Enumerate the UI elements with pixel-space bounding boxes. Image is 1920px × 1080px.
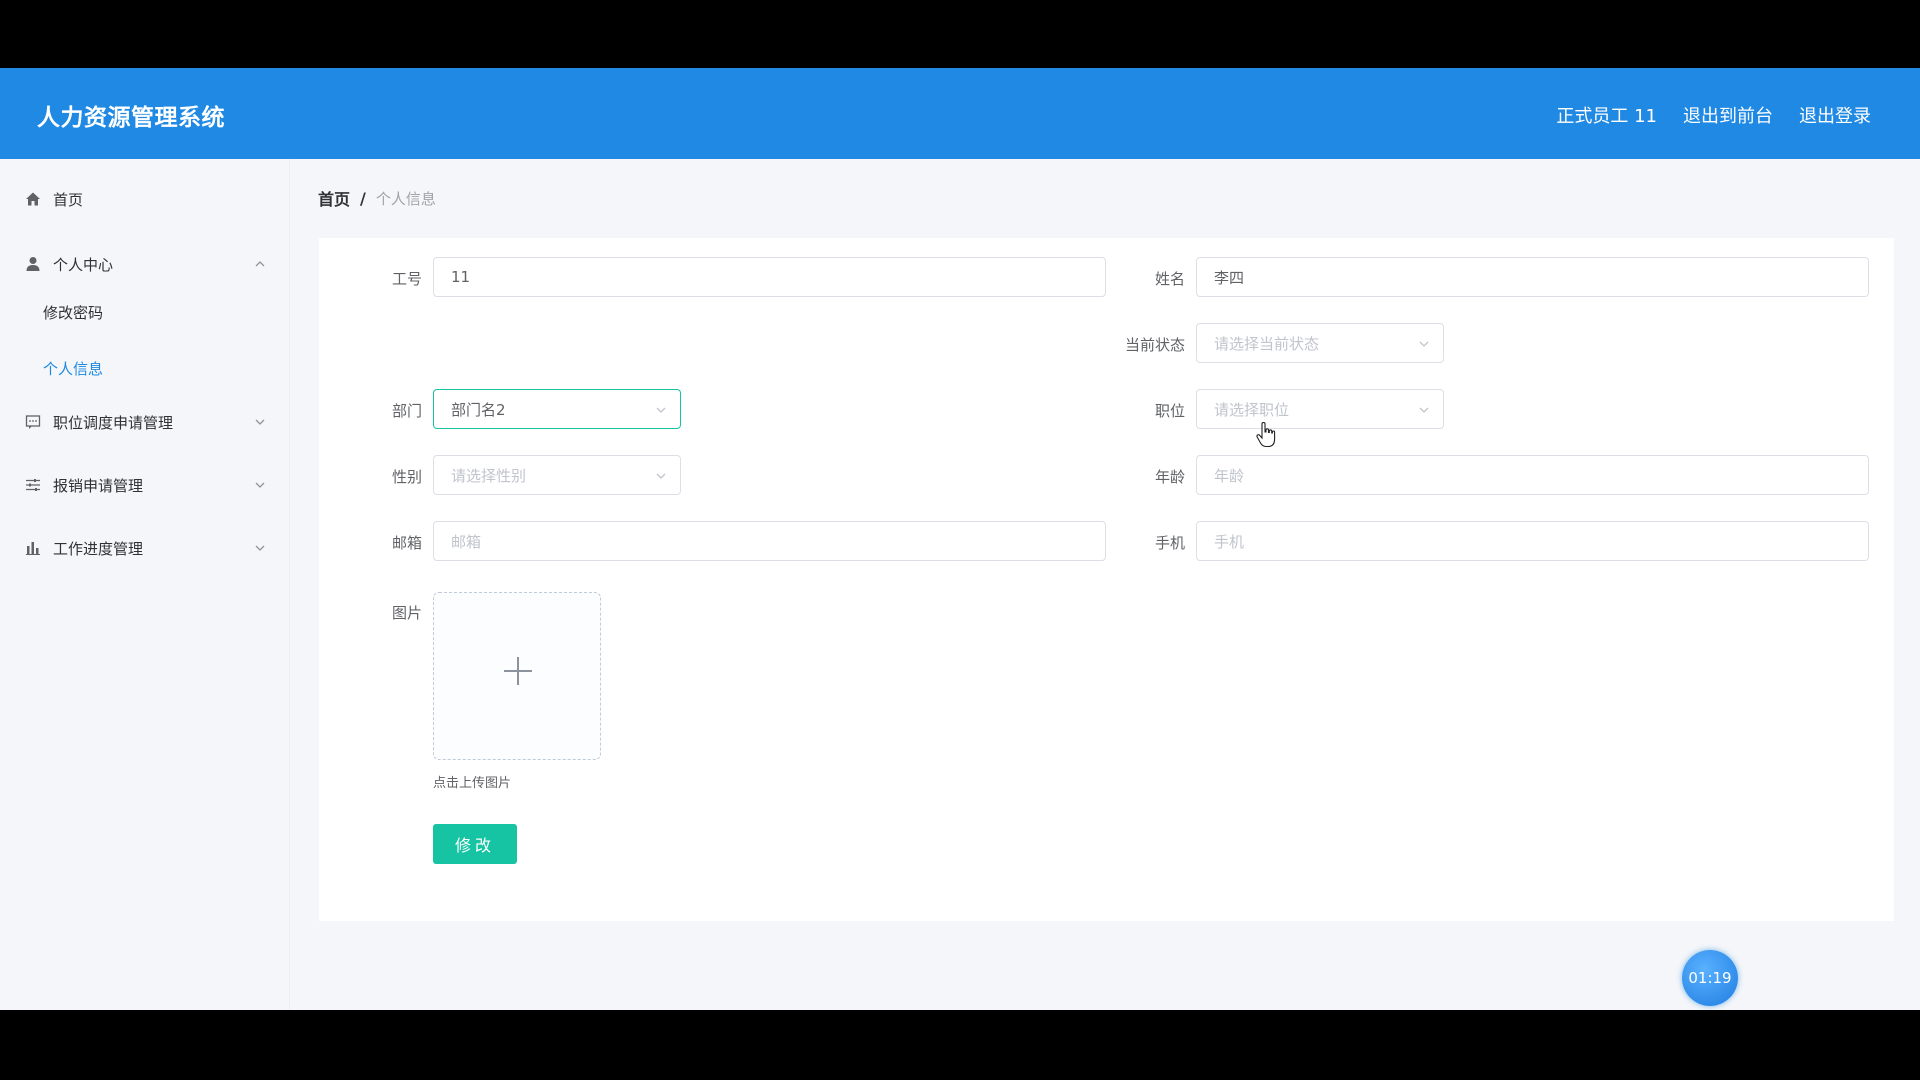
breadcrumb-current: 个人信息: [375, 189, 436, 208]
sidebar-subitem-personal-info[interactable]: 个人信息: [43, 358, 103, 379]
dept-select[interactable]: 部门名2: [433, 389, 681, 429]
sidebar-item-home[interactable]: 首页: [0, 179, 290, 219]
upload-tip: 点击上传图片: [433, 776, 512, 791]
dept-label: 部门: [391, 402, 422, 420]
emp-no-label: 工号: [391, 270, 422, 288]
sidebar: 首页 个人中心 修改密码 个人信息 职位调度申请管理 报销申请管理 工作进度管理: [0, 159, 290, 1010]
status-placeholder: 请选择当前状态: [1214, 334, 1320, 353]
breadcrumb: 首页 / 个人信息: [318, 186, 436, 210]
chevron-down-icon: [255, 482, 265, 488]
position-label: 职位: [1154, 402, 1185, 420]
email-input[interactable]: 邮箱: [433, 521, 1106, 561]
name-label: 姓名: [1154, 270, 1185, 288]
status-label: 当前状态: [1124, 336, 1185, 354]
logout-link[interactable]: 退出登录: [1799, 102, 1871, 128]
sidebar-subitem-change-password[interactable]: 修改密码: [43, 302, 103, 323]
gender-select[interactable]: 请选择性别: [433, 455, 681, 495]
app-title: 人力资源管理系统: [37, 105, 225, 131]
email-label: 邮箱: [391, 534, 422, 552]
personal-info-form: 工号 11 姓名 李四 当前状态 请选择当前状态 部门 部门名2 职位 请选择职…: [319, 238, 1894, 921]
current-user-link[interactable]: 正式员工 11: [1556, 102, 1657, 128]
phone-label: 手机: [1154, 534, 1185, 552]
breadcrumb-separator: /: [360, 188, 366, 208]
timer-badge[interactable]: 01:19: [1682, 950, 1738, 1006]
user-icon: [24, 255, 42, 273]
chevron-down-icon: [255, 545, 265, 551]
emp-no-input[interactable]: 11: [433, 257, 1106, 297]
header-nav: 正式员工 11 退出到前台 退出登录: [1556, 102, 1871, 128]
gender-placeholder: 请选择性别: [451, 466, 527, 485]
sidebar-item-transfer-mgmt[interactable]: 职位调度申请管理: [0, 402, 290, 442]
sidebar-item-label: 职位调度申请管理: [53, 413, 174, 432]
dept-value: 部门名2: [451, 400, 506, 419]
exit-to-front-link[interactable]: 退出到前台: [1683, 102, 1773, 128]
age-label: 年龄: [1154, 468, 1185, 486]
status-select[interactable]: 请选择当前状态: [1196, 323, 1444, 363]
sidebar-item-label: 报销申请管理: [53, 476, 144, 495]
phone-input[interactable]: 手机: [1196, 521, 1869, 561]
app: 人力资源管理系统 正式员工 11 退出到前台 退出登录 首页 个人中心 修改密码…: [0, 68, 1920, 1010]
chevron-up-icon: [255, 261, 265, 267]
plus-icon-vertical: [517, 657, 519, 685]
position-placeholder: 请选择职位: [1214, 400, 1290, 419]
position-select[interactable]: 请选择职位: [1196, 389, 1444, 429]
chevron-down-icon: [656, 407, 666, 413]
breadcrumb-home[interactable]: 首页: [318, 186, 350, 210]
modify-button[interactable]: 修改: [433, 824, 517, 864]
sidebar-item-label: 个人中心: [53, 255, 114, 274]
image-upload[interactable]: [433, 592, 601, 760]
image-label: 图片: [391, 604, 422, 622]
sidebar-item-label: 首页: [53, 190, 84, 209]
sidebar-item-reimburse-mgmt[interactable]: 报销申请管理: [0, 465, 290, 505]
sidebar-item-personal-center[interactable]: 个人中心: [0, 244, 290, 284]
letterbox-bottom: [0, 1010, 1920, 1080]
age-input[interactable]: 年龄: [1196, 455, 1869, 495]
chevron-down-icon: [255, 419, 265, 425]
message-icon: [24, 413, 42, 431]
home-icon: [24, 190, 42, 208]
sidebar-item-label: 工作进度管理: [53, 539, 144, 558]
hand-cursor-icon: [1256, 422, 1276, 448]
gender-label: 性别: [391, 468, 422, 486]
sliders-icon: [24, 476, 42, 494]
name-input[interactable]: 李四: [1196, 257, 1869, 297]
chevron-down-icon: [1419, 407, 1429, 413]
top-header: 人力资源管理系统 正式员工 11 退出到前台 退出登录: [0, 68, 1920, 159]
chevron-down-icon: [656, 473, 666, 479]
letterbox-top: [0, 0, 1920, 68]
bar-chart-icon: [24, 539, 42, 557]
chevron-down-icon: [1419, 341, 1429, 347]
sidebar-item-progress-mgmt[interactable]: 工作进度管理: [0, 528, 290, 568]
